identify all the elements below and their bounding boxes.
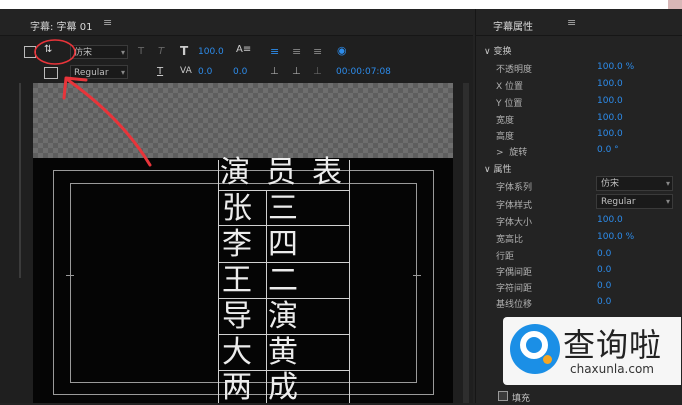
tab-stops-3-icon[interactable]: ⊥: [313, 66, 322, 77]
cast-header-char[interactable]: 表: [312, 158, 342, 188]
transform-section-toggle[interactable]: ∨ 变换: [484, 44, 511, 57]
underline-icon[interactable]: T: [157, 66, 163, 77]
opacity-value[interactable]: 100.0 %: [597, 62, 634, 72]
chevron-down-icon: ▾: [665, 179, 670, 188]
align-center-icon[interactable]: ≡: [292, 45, 301, 58]
center-tick-left: [66, 275, 74, 276]
cast-header-char[interactable]: 演: [220, 158, 250, 188]
properties-section-label: 属性: [493, 165, 512, 175]
chevron-down-icon: ▾: [120, 68, 125, 77]
font-size-prop-value[interactable]: 100.0: [597, 215, 623, 225]
tracking-label: 字符间距: [496, 284, 533, 294]
align-left-icon[interactable]: ≡: [270, 45, 279, 58]
canvas-scrollbar[interactable]: [463, 83, 469, 403]
leading-icon: A≡: [236, 44, 252, 55]
height-value[interactable]: 100.0: [597, 129, 623, 139]
tracking-value[interactable]: 0.0: [597, 281, 611, 291]
watermark-logo-ring: [520, 331, 548, 359]
chevron-down-icon: ▾: [665, 197, 670, 206]
align-right-icon[interactable]: ≡: [313, 45, 322, 58]
watermark-text: 查询啦: [563, 326, 663, 364]
watermark-url: chaxunla.com: [570, 362, 654, 376]
properties-section-toggle[interactable]: ∨ 属性: [484, 162, 511, 175]
watermark-logo-dot: [543, 355, 552, 364]
height-label: 高度: [496, 132, 515, 142]
kerning-icon: VA: [180, 66, 192, 76]
cast-name-char[interactable]: 三: [268, 194, 298, 224]
timecode[interactable]: 00:00:07:08: [336, 67, 391, 77]
tab-stops-2-icon[interactable]: ⊥: [292, 66, 301, 77]
cast-name-char[interactable]: 黄: [268, 338, 298, 368]
italic-icon[interactable]: T: [158, 46, 164, 57]
font-size-value[interactable]: 100.0: [198, 47, 224, 57]
kerning-value[interactable]: 0.0: [198, 67, 212, 77]
properties-panel-title: 字幕属性: [493, 22, 533, 33]
text-tool-icon[interactable]: [24, 46, 36, 58]
cast-name-char[interactable]: 四: [268, 230, 298, 260]
x-position-label: X 位置: [496, 82, 524, 92]
cast-name-char[interactable]: 大: [222, 338, 252, 368]
roll-crawl-icon[interactable]: [44, 67, 58, 79]
top-strip-accent: [668, 0, 682, 9]
opacity-label: 不透明度: [496, 65, 533, 75]
fill-checkbox[interactable]: [498, 391, 508, 401]
cast-name-char[interactable]: 两: [222, 373, 252, 403]
font-family-value: 仿宋: [74, 48, 93, 58]
font-style-label: 字体样式: [496, 201, 533, 211]
rotation-toggle[interactable]: > 旋转: [496, 145, 527, 158]
y-position-label: Y 位置: [496, 99, 523, 109]
center-tick-right: [413, 275, 421, 276]
cast-name-char[interactable]: 张: [222, 194, 252, 224]
font-style-dropdown-value: Regular: [601, 197, 636, 207]
transform-section-label: 变换: [493, 47, 512, 57]
cast-header-char[interactable]: 员: [266, 158, 296, 188]
show-video-icon[interactable]: ◉: [337, 44, 347, 57]
cast-name-char[interactable]: 李: [222, 230, 252, 260]
aspect-label: 宽高比: [496, 235, 524, 245]
cast-name-char[interactable]: 导: [222, 302, 252, 332]
panel-edge: [19, 83, 21, 278]
cast-name-char[interactable]: 王: [222, 266, 252, 296]
x-position-value[interactable]: 100.0: [597, 79, 623, 89]
kerning-label: 字偶间距: [496, 268, 533, 278]
y-position-value[interactable]: 100.0: [597, 96, 623, 106]
font-style-select[interactable]: Regular ▾: [70, 65, 128, 79]
vertical-text-tool-icon[interactable]: ⇅: [44, 44, 58, 58]
chevron-down-icon: ▾: [120, 48, 125, 57]
rotation-value[interactable]: 0.0 °: [597, 145, 619, 155]
bold-icon[interactable]: T: [138, 46, 144, 57]
font-style-dropdown[interactable]: Regular ▾: [596, 194, 673, 209]
kerning-prop-value[interactable]: 0.0: [597, 265, 611, 275]
font-family-dropdown[interactable]: 仿宋 ▾: [596, 176, 673, 191]
baseline-label: 基线位移: [496, 300, 533, 310]
panel-menu-icon[interactable]: ≡: [103, 16, 112, 29]
leading-value[interactable]: 0.0: [233, 67, 247, 77]
baseline-value[interactable]: 0.0: [597, 297, 611, 307]
font-family-dropdown-value: 仿宋: [601, 179, 620, 189]
font-size-icon: T: [180, 44, 189, 58]
aspect-value[interactable]: 100.0 %: [597, 232, 634, 242]
table-border-right: [349, 160, 350, 403]
fill-section-label: 填充: [512, 394, 531, 404]
width-label: 宽度: [496, 116, 515, 126]
leading-label: 行距: [496, 252, 515, 262]
divider: [475, 35, 682, 36]
font-style-value: Regular: [74, 68, 109, 78]
cast-name-char[interactable]: 演: [268, 302, 298, 332]
width-value[interactable]: 100.0: [597, 113, 623, 123]
font-size-label: 字体大小: [496, 218, 533, 228]
font-family-select[interactable]: 仿宋 ▾: [70, 45, 128, 59]
cast-name-char[interactable]: 成: [268, 373, 298, 403]
rotation-label: 旋转: [509, 148, 528, 158]
cast-name-char[interactable]: 二: [268, 266, 298, 296]
leading-prop-value[interactable]: 0.0: [597, 249, 611, 259]
table-border-mid: [266, 190, 267, 403]
top-strip: [0, 0, 682, 9]
font-family-label: 字体系列: [496, 183, 533, 193]
panel-menu-icon[interactable]: ≡: [567, 16, 576, 29]
table-border-left: [218, 160, 219, 403]
tab-stops-icon[interactable]: ⊥: [270, 66, 279, 77]
panel-title: 字幕: 字幕 01: [30, 22, 93, 33]
